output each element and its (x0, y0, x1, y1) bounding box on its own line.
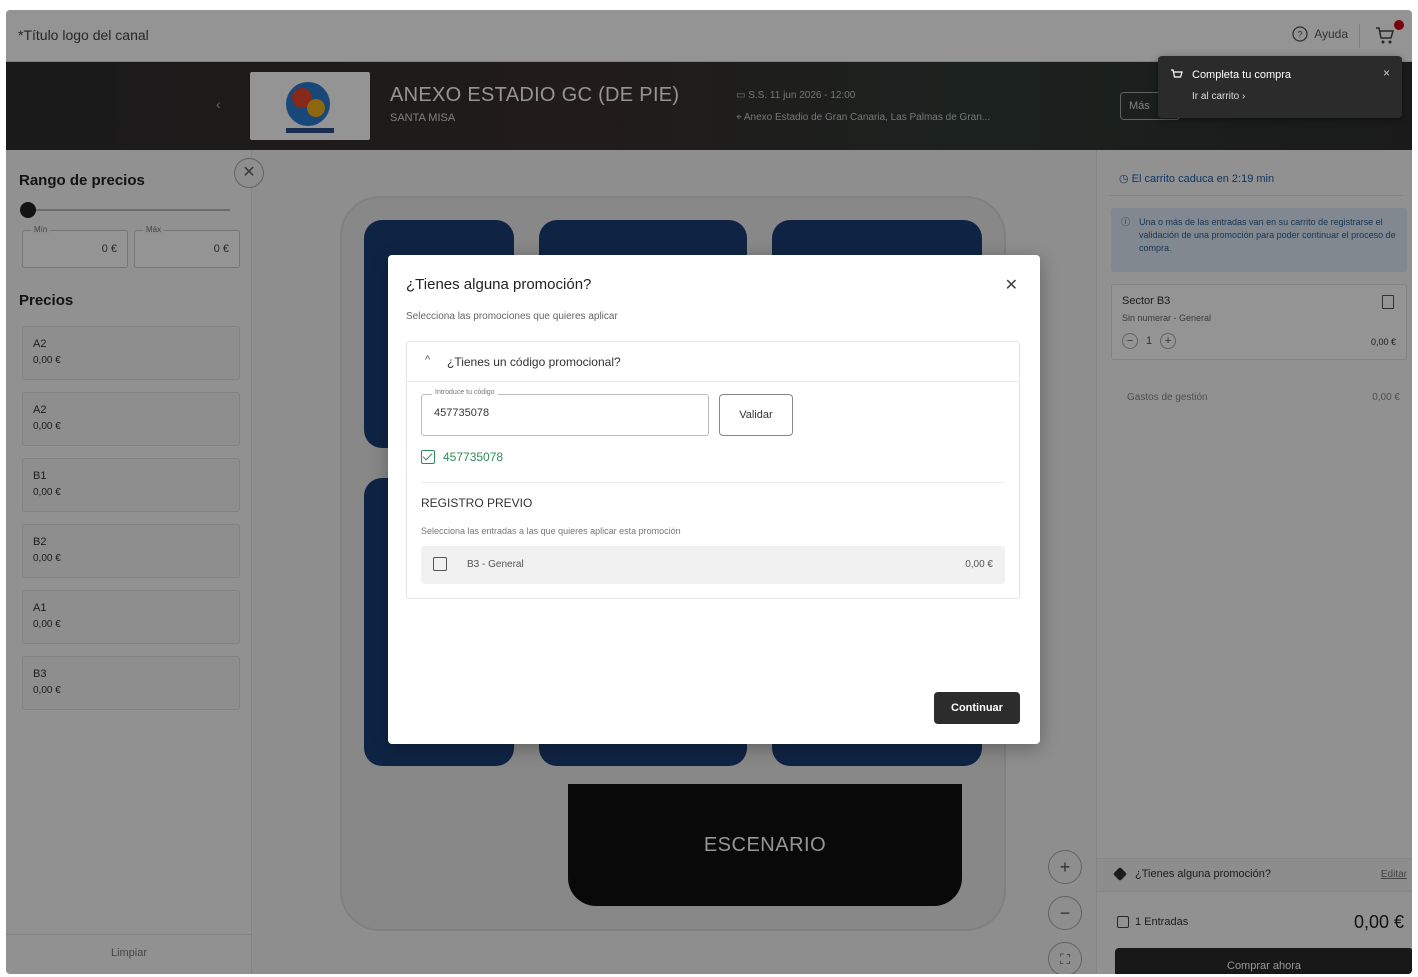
promo-code-input[interactable] (434, 407, 694, 419)
promo-code-field[interactable]: Introduce tu código (421, 389, 709, 436)
check-icon (421, 450, 435, 464)
promotion-modal: ¿Tienes alguna promoción? ✕ Selecciona l… (388, 255, 1040, 744)
chevron-up-icon: ^ (425, 354, 431, 366)
accordion-header[interactable]: ^ ¿Tienes un código promocional? (407, 342, 1019, 382)
complete-purchase-toast[interactable]: Completa tu compra Ir al carrito › × (1158, 56, 1402, 118)
validate-button[interactable]: Validar (719, 394, 793, 436)
validated-code: 457735078 (421, 450, 503, 464)
accordion-title: ¿Tienes un código promocional? (447, 355, 621, 369)
section-divider (421, 482, 1005, 483)
ticket-option-price: 0,00 € (965, 559, 993, 570)
ticket-checkbox[interactable] (433, 557, 447, 571)
promo-code-field-label: Introduce tu código (432, 389, 498, 396)
modal-close-icon[interactable]: ✕ (1005, 275, 1018, 295)
toast-title: Completa tu compra (1192, 69, 1292, 81)
continue-button[interactable]: Continuar (934, 692, 1020, 724)
toast-close-icon[interactable]: × (1383, 66, 1390, 80)
promotion-hint: Selecciona las entradas a las que quiere… (421, 526, 681, 536)
cart-icon (1171, 69, 1183, 78)
ticket-option-row[interactable]: B3 - General 0,00 € (421, 546, 1005, 584)
toast-cart-link[interactable]: Ir al carrito › (1192, 91, 1245, 102)
ticket-option-name: B3 - General (467, 559, 524, 570)
modal-subtitle: Selecciona las promociones que quieres a… (406, 311, 618, 322)
modal-title: ¿Tienes alguna promoción? (406, 276, 592, 293)
promo-code-accordion: ^ ¿Tienes un código promocional? Introdu… (406, 341, 1020, 599)
promotion-name: REGISTRO PREVIO (421, 496, 533, 510)
validated-code-text: 457735078 (443, 450, 504, 464)
